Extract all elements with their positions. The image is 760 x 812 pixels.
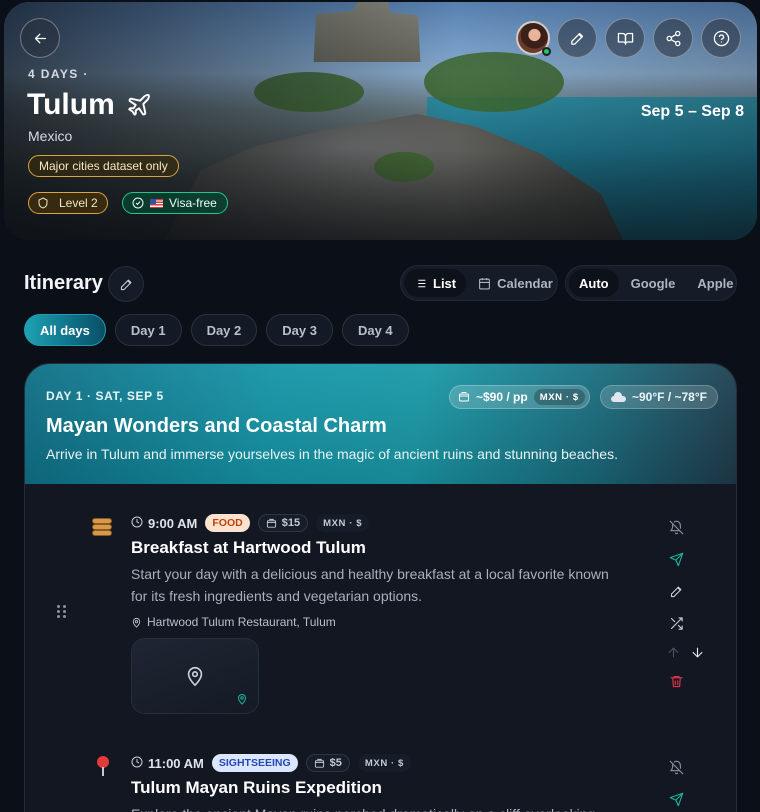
- map-auto-option[interactable]: Auto: [569, 269, 619, 297]
- pushpin-icon: [96, 756, 110, 776]
- back-button[interactable]: [20, 18, 60, 58]
- wallet-icon: [266, 518, 276, 528]
- arrow-left-icon: [34, 33, 46, 43]
- activity-title[interactable]: Breakfast at Hartwood Tulum: [131, 538, 366, 558]
- wallet-icon: [459, 392, 469, 402]
- category-badge: SIGHTSEEING: [211, 754, 298, 772]
- destination-country: Mexico: [28, 128, 73, 144]
- day-meta: DAY 1 · SAT, SEP 5: [46, 389, 164, 403]
- clock-icon: [131, 756, 143, 771]
- navigate-button[interactable]: [667, 790, 685, 808]
- clock-icon: [131, 516, 143, 531]
- location-marker-icon: [237, 694, 247, 705]
- dataset-note-badge: Major cities dataset only: [28, 155, 179, 177]
- tab-day-4[interactable]: Day 4: [341, 314, 409, 346]
- activity-location[interactable]: Hartwood Tulum Restaurant, Tulum: [131, 615, 336, 629]
- calendar-icon: [479, 277, 491, 289]
- edit-itinerary-button[interactable]: [108, 266, 144, 302]
- move-down-button[interactable]: [688, 643, 706, 661]
- currency-badge: MXN · $: [316, 514, 370, 532]
- tab-day-1[interactable]: Day 1: [114, 314, 182, 346]
- navigate-button[interactable]: [667, 550, 685, 568]
- edit-trip-button[interactable]: [557, 18, 597, 58]
- send-icon: [669, 792, 683, 806]
- day-card: DAY 1 · SAT, SEP 5 Mayan Wonders and Coa…: [24, 363, 737, 812]
- map-apple-option[interactable]: Apple: [687, 269, 743, 297]
- plane-icon: [126, 92, 152, 118]
- shuffle-icon: [670, 616, 683, 630]
- mute-reminder-button[interactable]: [667, 518, 685, 536]
- visa-badge[interactable]: Visa-free: [122, 192, 228, 214]
- list-icon: [415, 279, 426, 287]
- activity-time: 9:00 AM: [148, 515, 198, 531]
- help-circle-icon: [713, 30, 729, 46]
- wallet-icon: [314, 758, 324, 768]
- destination-city: Tulum: [27, 88, 115, 121]
- cost-badge: $5: [305, 754, 350, 772]
- activity-description: Start your day with a delicious and heal…: [131, 566, 609, 604]
- drag-handle[interactable]: [57, 605, 67, 619]
- day-title: Mayan Wonders and Coastal Charm: [46, 415, 387, 437]
- map-preview[interactable]: [131, 638, 259, 714]
- pancakes-icon: [92, 518, 112, 536]
- delete-activity-button[interactable]: [667, 672, 685, 690]
- shield-icon: [38, 197, 48, 209]
- book-open-icon: [617, 32, 633, 45]
- cloud-icon: [610, 392, 626, 402]
- arrow-down-icon: [692, 647, 702, 657]
- activity-meta-row: 9:00 AM FOOD $15 MXN · $: [131, 514, 370, 532]
- online-status-dot: [542, 47, 551, 56]
- currency-badge: MXN · $: [357, 754, 411, 772]
- pencil-icon: [570, 32, 583, 45]
- map-pin-icon: [187, 666, 203, 687]
- swap-activity-button[interactable]: [667, 614, 685, 632]
- view-list-option[interactable]: List: [404, 269, 467, 297]
- trip-dates: Sep 5 – Sep 8: [640, 103, 744, 120]
- activity-time: 11:00 AM: [148, 755, 204, 771]
- guide-button[interactable]: [605, 18, 645, 58]
- bell-off-icon: [669, 520, 683, 534]
- trash-icon: [669, 675, 683, 687]
- send-icon: [669, 552, 683, 566]
- map-google-option[interactable]: Google: [621, 269, 686, 297]
- cost-badge: $15: [257, 514, 309, 532]
- move-up-button[interactable]: [664, 643, 682, 661]
- bell-off-icon: [669, 760, 683, 774]
- day-tabs: All days Day 1 Day 2 Day 3 Day 4: [24, 314, 409, 346]
- arrow-up-icon: [668, 647, 678, 657]
- itinerary-title: Itinerary: [24, 272, 103, 294]
- day-description: Arrive in Tulum and immerse yourselves i…: [46, 446, 618, 462]
- us-flag-icon: [150, 198, 163, 208]
- activity-meta-row: 11:00 AM SIGHTSEEING $5 MXN · $: [131, 754, 411, 772]
- view-calendar-option[interactable]: Calendar: [468, 269, 563, 297]
- avatar[interactable]: [516, 21, 551, 56]
- category-badge: FOOD: [205, 514, 250, 532]
- budget-badge: ~$90 / pp MXN · $: [449, 385, 590, 409]
- budget-currency: MXN · $: [533, 389, 585, 405]
- map-provider-toggle: Auto Google Apple: [565, 265, 737, 301]
- edit-activity-button[interactable]: [667, 582, 685, 600]
- pencil-icon: [670, 586, 681, 597]
- activity-title[interactable]: Tulum Mayan Ruins Expedition: [131, 778, 382, 798]
- trip-length-label: 4 DAYS ·: [28, 67, 89, 81]
- day-header: DAY 1 · SAT, SEP 5 Mayan Wonders and Coa…: [25, 364, 736, 484]
- help-button[interactable]: [701, 18, 741, 58]
- visa-label: Visa-free: [169, 196, 217, 210]
- tab-all-days[interactable]: All days: [24, 314, 106, 346]
- activity-description: Explore the ancient Mayan ruins perched …: [131, 803, 651, 812]
- pencil-icon: [120, 279, 131, 290]
- share-icon: [665, 30, 681, 46]
- view-toggle: List Calendar: [400, 265, 558, 301]
- level-label: Level 2: [59, 196, 98, 210]
- check-circle-icon: [132, 197, 144, 209]
- tab-day-3[interactable]: Day 3: [266, 314, 333, 346]
- level-badge[interactable]: Level 2: [28, 192, 108, 214]
- map-pin-icon: [132, 617, 141, 628]
- weather-badge: ~90°F / ~78°F: [600, 385, 718, 409]
- tab-day-2[interactable]: Day 2: [190, 314, 258, 346]
- mute-reminder-button[interactable]: [667, 758, 685, 776]
- share-button[interactable]: [653, 18, 693, 58]
